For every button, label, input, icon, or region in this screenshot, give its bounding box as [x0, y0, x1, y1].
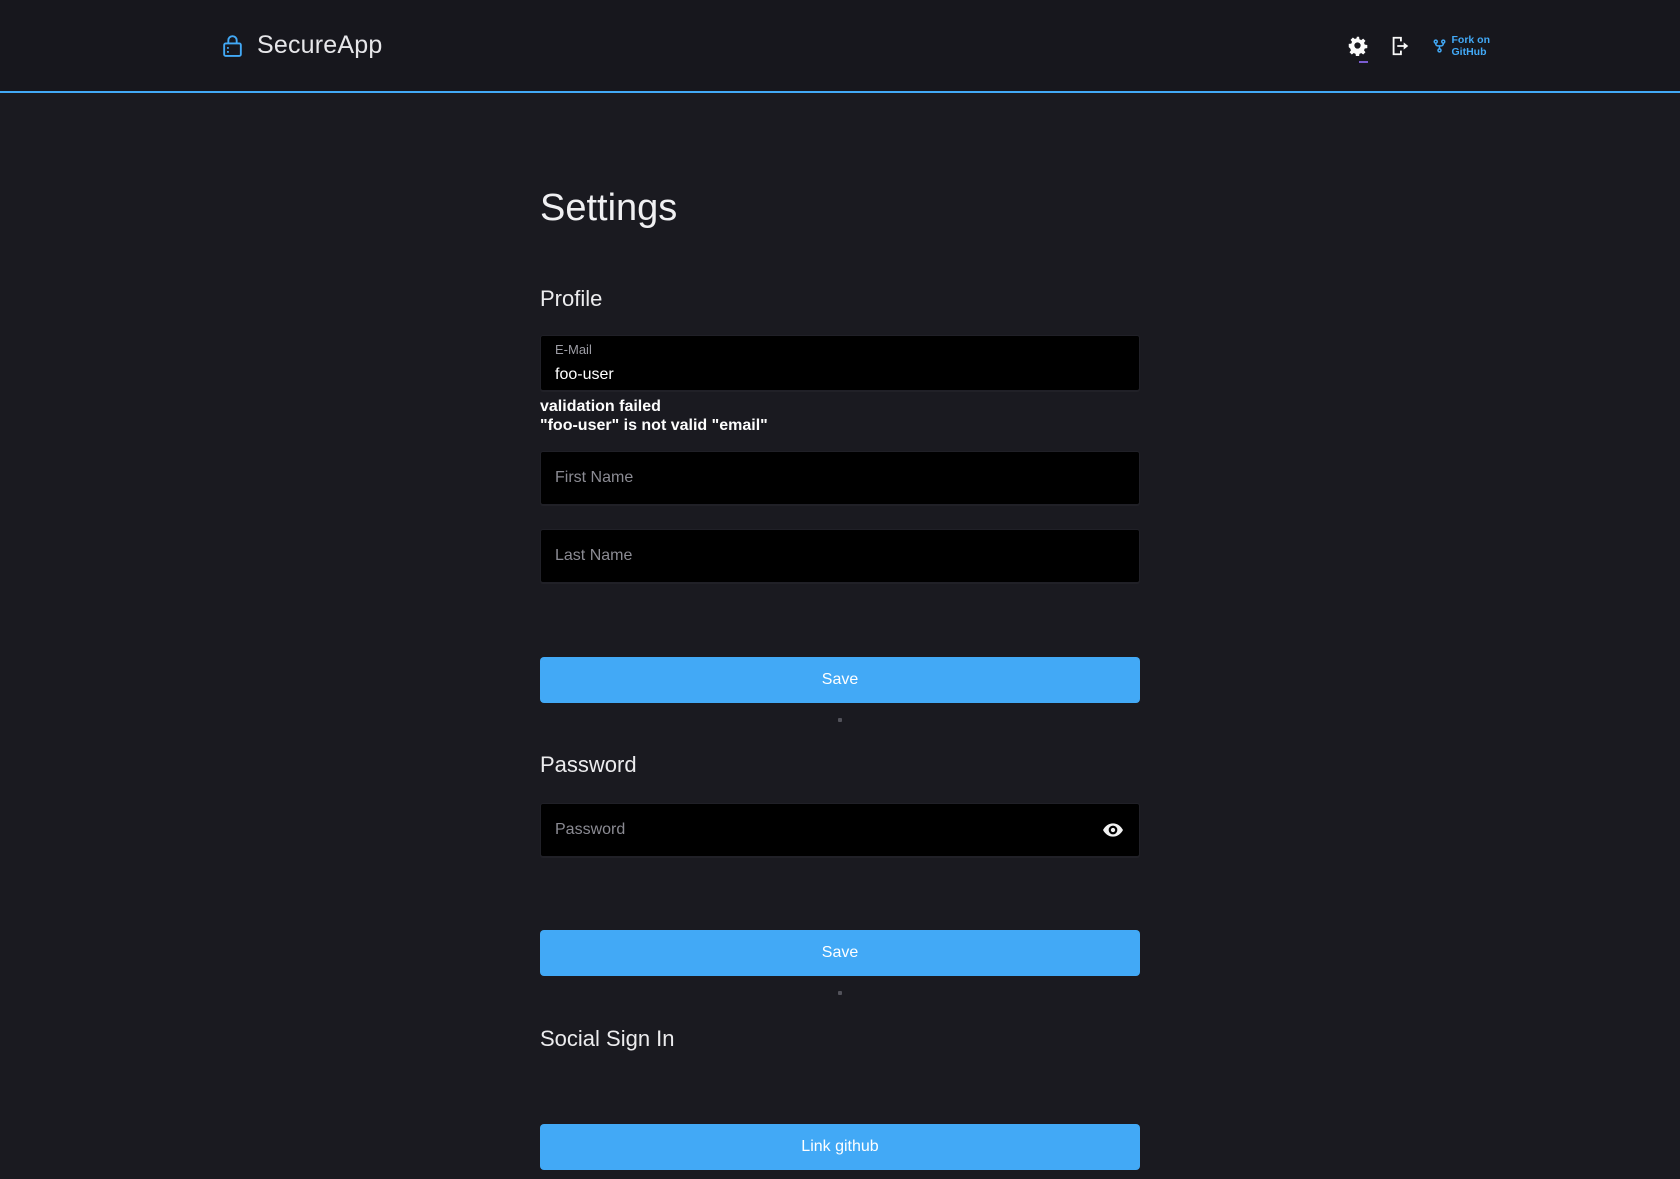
settings-gear-button[interactable] [1347, 35, 1368, 56]
password-field[interactable] [540, 803, 1140, 857]
profile-save-button[interactable]: Save [540, 657, 1140, 703]
link-github-button[interactable]: Link github [540, 1124, 1140, 1170]
last-name-input[interactable] [541, 530, 1139, 582]
social-sign-in-section: Social Sign In Link github [540, 1025, 1140, 1170]
validation-line-2: "foo-user" is not valid "email" [540, 416, 1140, 435]
logout-icon [1389, 35, 1411, 57]
divider-dot [838, 718, 842, 722]
app-header: SecureApp [0, 0, 1680, 91]
validation-message: validation failed "foo-user" is not vali… [540, 397, 1140, 435]
git-fork-icon [1432, 38, 1447, 54]
password-heading: Password [540, 751, 1140, 779]
header-divider [0, 91, 1680, 93]
divider-dot [838, 991, 842, 995]
profile-section: Profile E-Mail validation failed "foo-us… [540, 285, 1140, 722]
fork-link-text: Fork on GitHub [1452, 34, 1491, 58]
page-title: Settings [540, 185, 1140, 231]
first-name-field[interactable] [540, 451, 1140, 505]
email-label: E-Mail [541, 342, 1139, 357]
eye-icon [1103, 823, 1123, 837]
social-sign-in-heading: Social Sign In [540, 1025, 1140, 1053]
header-actions: Fork on GitHub [1347, 34, 1491, 58]
validation-line-1: validation failed [540, 397, 1140, 416]
app-title: SecureApp [257, 31, 383, 60]
password-input[interactable] [541, 804, 1095, 856]
password-visibility-toggle[interactable] [1095, 823, 1139, 837]
logout-button[interactable] [1389, 35, 1411, 57]
email-field[interactable]: E-Mail [540, 335, 1140, 391]
active-indicator [1359, 61, 1368, 63]
password-section: Password Save [540, 751, 1140, 995]
brand: SecureApp [222, 31, 383, 60]
lock-icon [222, 33, 243, 58]
password-save-button[interactable]: Save [540, 930, 1140, 976]
fork-on-github-link[interactable]: Fork on GitHub [1432, 34, 1491, 58]
profile-heading: Profile [540, 285, 1140, 313]
email-input[interactable] [541, 357, 1139, 390]
settings-page: Settings Profile E-Mail validation faile… [540, 185, 1140, 1170]
first-name-input[interactable] [541, 452, 1139, 504]
gear-icon [1347, 35, 1368, 56]
last-name-field[interactable] [540, 529, 1140, 583]
